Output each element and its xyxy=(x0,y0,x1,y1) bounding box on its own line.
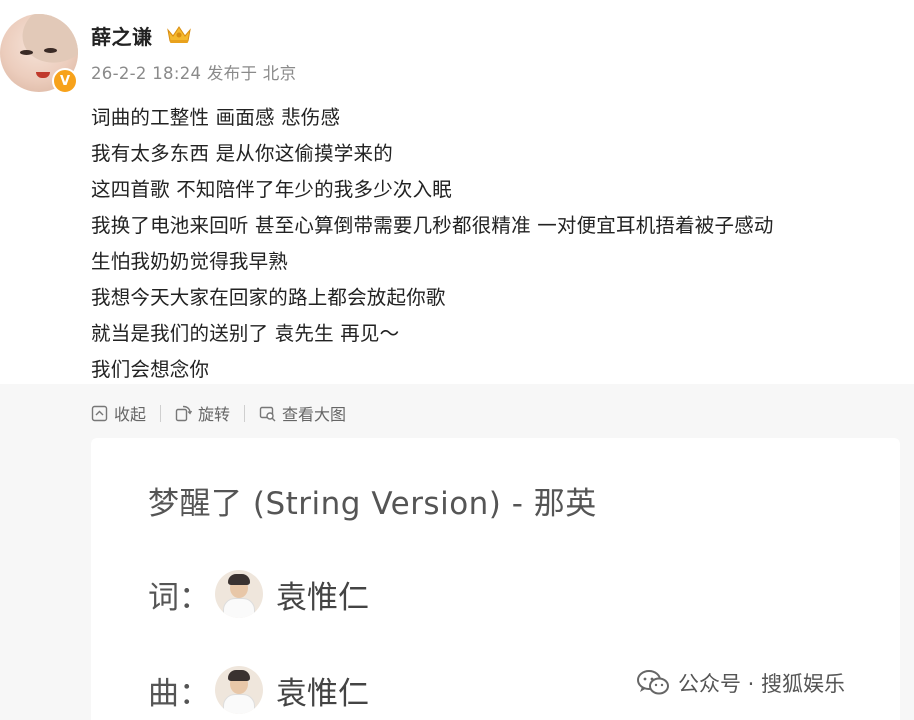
post-line: 我换了电池来回听 甚至心算倒带需要几秒都很精准 一对便宜耳机捂着被子感动 xyxy=(91,214,774,237)
divider xyxy=(160,404,162,422)
post-line: 这四首歌 不知陪伴了年少的我多少次入眠 xyxy=(91,178,452,201)
divider xyxy=(244,404,246,422)
collapse-label: 收起 xyxy=(114,405,147,424)
rotate-icon xyxy=(175,405,193,421)
view-large-button[interactable]: 查看大图 xyxy=(259,401,346,425)
lyricist-avatar xyxy=(215,570,263,618)
watermark: 公众号 · 搜狐娱乐 xyxy=(636,668,845,698)
post-line: 词曲的工整性 画面感 悲伤感 xyxy=(91,106,341,129)
username[interactable]: 薛之谦 xyxy=(91,21,153,50)
lyricist-label: 词： xyxy=(148,580,210,616)
member-crown-icon xyxy=(167,26,191,43)
composer-name: 袁惟仁 xyxy=(276,676,369,712)
post-line: 我们会想念你 xyxy=(91,358,210,381)
post-line: 生怕我奶奶觉得我早熟 xyxy=(91,250,289,273)
song-title: 梦醒了 (String Version) - 那英 xyxy=(148,486,597,522)
post-meta: 26-2-2 18:24 发布于 北京 xyxy=(91,64,297,83)
collapse-button[interactable]: 收起 xyxy=(91,401,146,425)
wechat-icon xyxy=(637,670,669,695)
watermark-text: 公众号 · 搜狐娱乐 xyxy=(678,672,846,696)
rotate-label: 旋转 xyxy=(198,405,231,424)
post-line: 我想今天大家在回家的路上都会放起你歌 xyxy=(91,286,446,309)
collapse-icon xyxy=(91,405,108,421)
lyricist-name: 袁惟仁 xyxy=(276,580,369,616)
post-line: 我有太多东西 是从你这偷摸学来的 xyxy=(91,142,393,165)
post-line: 就当是我们的送别了 袁先生 再见～ xyxy=(91,322,400,345)
view-large-label: 查看大图 xyxy=(282,405,347,424)
image-actions: 收起 旋转 查看大图 xyxy=(91,402,346,424)
composer-avatar xyxy=(215,666,263,714)
composer-label: 曲： xyxy=(148,676,210,712)
rotate-button[interactable]: 旋转 xyxy=(175,401,230,425)
view-large-icon xyxy=(259,406,276,421)
verified-badge-icon: V xyxy=(52,68,78,94)
post-text: 词曲的工整性 画面感 悲伤感 我有太多东西 是从你这偷摸学来的 这四首歌 不知陪… xyxy=(91,100,906,388)
post-header: V 薛之谦 26-2-2 18:24 发布于 北京 xyxy=(0,0,914,96)
